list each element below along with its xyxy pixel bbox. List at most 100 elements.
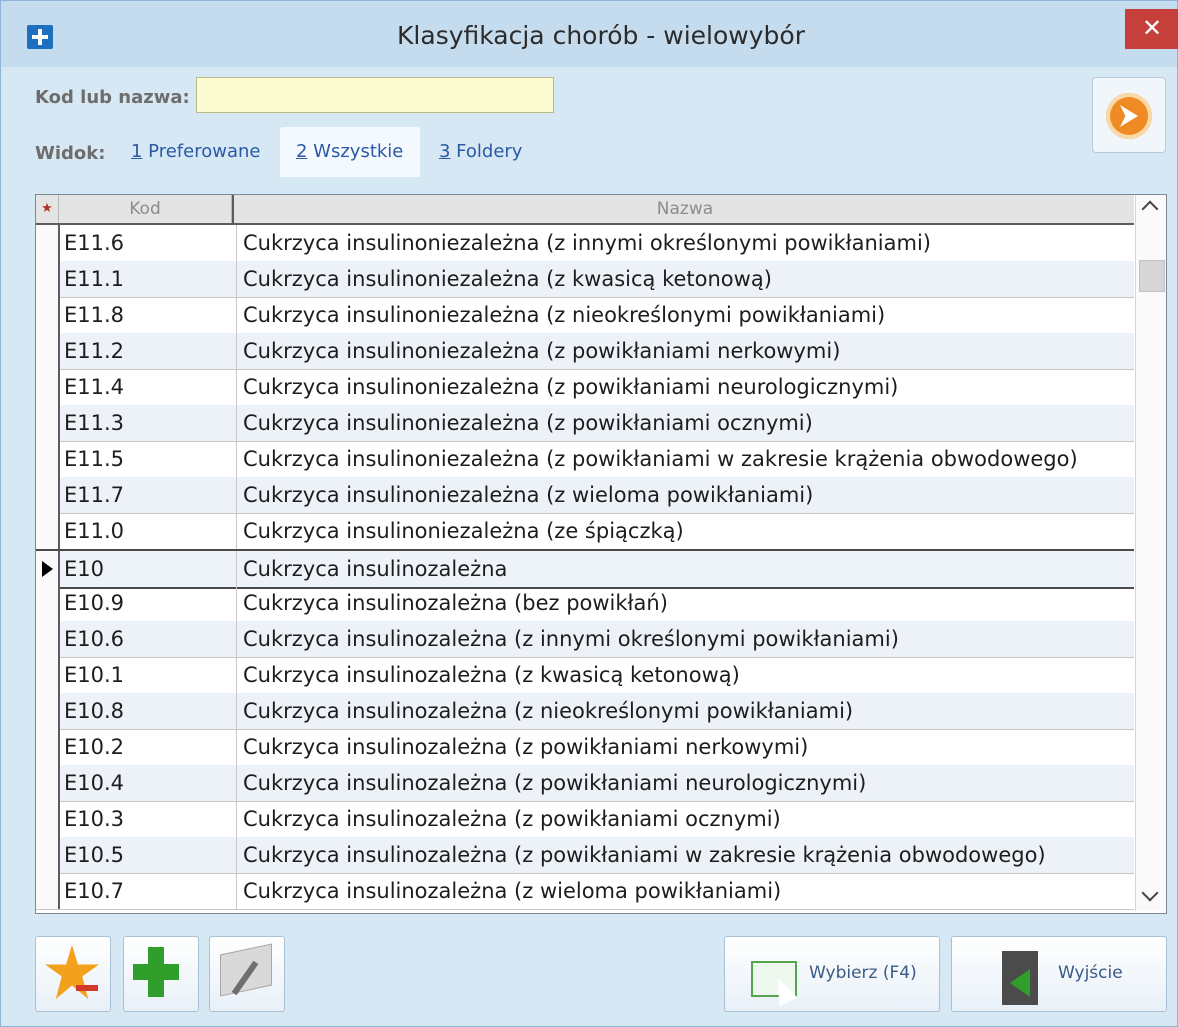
cell-code: E11.2	[64, 339, 125, 363]
select-button[interactable]: Wybierz (F4)	[724, 936, 940, 1012]
cell-code: E10.4	[64, 771, 125, 795]
edit-button[interactable]	[209, 936, 285, 1012]
cell-name: Cukrzyca insulinoniezależna (z powikłani…	[236, 333, 1133, 369]
cell-name: Cukrzyca insulinozależna (z nieokreślony…	[236, 693, 1133, 729]
table-row[interactable]: E10.4 Cukrzyca insulinozależna (z powikła…	[36, 765, 1134, 802]
cell-code: E11.6	[64, 231, 125, 255]
search-label: Kod lub nazwa:	[35, 87, 190, 108]
exit-button-label: Wyjście	[1058, 963, 1123, 983]
table-row[interactable]: E10.8 Cukrzyca insulinozależna (z nieokre…	[36, 693, 1134, 730]
column-header-name[interactable]: Nazwa	[232, 195, 1137, 223]
table-row[interactable]: E11.5 Cukrzyca insulinoniezależna (z powi…	[36, 441, 1134, 478]
row-selector[interactable]	[36, 405, 60, 441]
scroll-down-icon[interactable]	[1141, 884, 1159, 902]
cell-code: E11.5	[64, 447, 125, 471]
tab-folders[interactable]: 3 Foldery	[439, 127, 549, 177]
star-column-header[interactable]: ★	[36, 195, 59, 223]
tab-label: Wszystkie	[307, 141, 404, 162]
row-selector[interactable]	[36, 873, 60, 909]
table-row[interactable]: E10.6 Cukrzyca insulinozależna (z innymi …	[36, 621, 1134, 658]
table-row[interactable]: E10.2 Cukrzyca insulinozależna (z powikła…	[36, 729, 1134, 766]
cell-code: E10.1	[64, 663, 125, 687]
cell-code: E10	[64, 557, 104, 581]
remove-favorite-button[interactable]	[35, 936, 111, 1012]
column-header-code[interactable]: Kod	[59, 195, 232, 223]
dialog-window: Klasyfikacja chorób - wielowybór ✕ Kod l…	[0, 0, 1178, 1027]
table-row[interactable]: E10.3 Cukrzyca insulinozależna (z powikła…	[36, 801, 1134, 838]
cell-code: E10.9	[64, 591, 125, 615]
cell-name: Cukrzyca insulinoniezależna (z powikłani…	[236, 369, 1133, 405]
row-selector[interactable]	[36, 657, 60, 693]
cell-code: E11.4	[64, 375, 125, 399]
cell-name: Cukrzyca insulinoniezależna (z powikłani…	[236, 405, 1133, 441]
title-bar: Klasyfikacja chorób - wielowybór ✕	[1, 1, 1178, 67]
row-selector[interactable]	[36, 369, 60, 405]
row-selector[interactable]	[36, 477, 60, 513]
row-selector[interactable]	[36, 441, 60, 477]
tab-preferred[interactable]: 1 Preferowane	[131, 127, 271, 177]
view-label: Widok:	[35, 143, 106, 164]
table-row[interactable]: E10.1 Cukrzyca insulinozależna (z kwasicą…	[36, 657, 1134, 694]
navigate-button[interactable]	[1092, 77, 1166, 153]
row-selector[interactable]	[36, 765, 60, 801]
row-selector[interactable]	[36, 585, 60, 621]
scroll-thumb[interactable]	[1139, 260, 1165, 292]
table-row[interactable]: E11.7 Cukrzyca insulinoniezależna (z wiel…	[36, 477, 1134, 514]
cell-name: Cukrzyca insulinozależna (z innymi okreś…	[236, 621, 1133, 657]
table-row[interactable]: E11.3 Cukrzyca insulinoniezależna (z powi…	[36, 405, 1134, 442]
row-selector[interactable]	[36, 225, 60, 261]
table-row[interactable]: E11.0 Cukrzyca insulinoniezależna (ze śpi…	[36, 513, 1134, 550]
table-row[interactable]: E11.6 Cukrzyca insulinoniezależna (z inny…	[36, 225, 1134, 262]
close-button[interactable]: ✕	[1125, 9, 1178, 49]
cell-code: E11.1	[64, 267, 125, 291]
cell-code: E10.5	[64, 843, 125, 867]
tab-all[interactable]: 2 Wszystkie	[280, 127, 420, 177]
row-selector[interactable]	[36, 801, 60, 837]
cell-code: E10.8	[64, 699, 125, 723]
row-selector[interactable]	[36, 333, 60, 369]
cell-code: E10.3	[64, 807, 125, 831]
row-selector[interactable]	[36, 551, 60, 587]
cell-name: Cukrzyca insulinozależna (z powikłaniami…	[236, 801, 1133, 837]
cell-name: Cukrzyca insulinozależna (z powikłaniami…	[236, 837, 1133, 873]
cell-name: Cukrzyca insulinoniezależna (z powikłani…	[236, 441, 1133, 477]
row-selector[interactable]	[36, 513, 60, 549]
search-input[interactable]	[196, 77, 554, 113]
table-row[interactable]: E10 Cukrzyca insulinozależna	[36, 549, 1134, 589]
tab-key: 2	[296, 141, 308, 162]
green-plus-bar-icon	[133, 964, 179, 980]
cell-code: E11.3	[64, 411, 125, 435]
current-row-arrow-icon	[42, 561, 53, 577]
table-row[interactable]: E11.8 Cukrzyca insulinoniezależna (z nieo…	[36, 297, 1134, 334]
grid-header: ★ Kod Nazwa	[36, 195, 1137, 225]
cell-name: Cukrzyca insulinoniezależna (z wieloma p…	[236, 477, 1133, 513]
row-selector[interactable]	[36, 297, 60, 333]
cell-name: Cukrzyca insulinozależna (z wieloma powi…	[236, 873, 1133, 909]
tab-label: Preferowane	[142, 141, 261, 162]
cell-name: Cukrzyca insulinoniezależna (z nieokreśl…	[236, 297, 1133, 333]
cell-name: Cukrzyca insulinoniezależna (z kwasicą k…	[236, 261, 1133, 297]
row-selector[interactable]	[36, 261, 60, 297]
select-button-label: Wybierz (F4)	[809, 963, 917, 983]
tab-key: 3	[439, 141, 451, 162]
cell-name: Cukrzyca insulinoniezależna (z innymi ok…	[236, 225, 1133, 261]
table-row[interactable]: E11.2 Cukrzyca insulinoniezależna (z powi…	[36, 333, 1134, 370]
row-selector[interactable]	[36, 621, 60, 657]
table-row[interactable]: E11.4 Cukrzyca insulinoniezależna (z powi…	[36, 369, 1134, 406]
exit-button[interactable]: Wyjście	[951, 936, 1167, 1012]
disease-grid[interactable]: ★ Kod Nazwa E11.6 Cukrzyca insulinoniezal…	[35, 194, 1167, 914]
table-row[interactable]: E10.5 Cukrzyca insulinozależna (z powikła…	[36, 837, 1134, 874]
add-button[interactable]	[123, 936, 199, 1012]
cell-code: E10.6	[64, 627, 125, 651]
row-selector[interactable]	[36, 729, 60, 765]
table-row[interactable]: E10.9 Cukrzyca insulinozależna (bez powik…	[36, 585, 1134, 622]
vertical-scrollbar[interactable]	[1135, 195, 1166, 911]
cell-name: Cukrzyca insulinoniezależna (ze śpiączką…	[236, 513, 1133, 549]
row-selector[interactable]	[36, 837, 60, 873]
cell-code: E10.2	[64, 735, 125, 759]
table-row[interactable]: E10.7 Cukrzyca insulinozależna (z wieloma…	[36, 873, 1134, 910]
row-selector[interactable]	[36, 693, 60, 729]
minus-badge-icon	[76, 985, 98, 991]
scroll-up-icon[interactable]	[1141, 200, 1159, 218]
table-row[interactable]: E11.1 Cukrzyca insulinoniezależna (z kwas…	[36, 261, 1134, 298]
